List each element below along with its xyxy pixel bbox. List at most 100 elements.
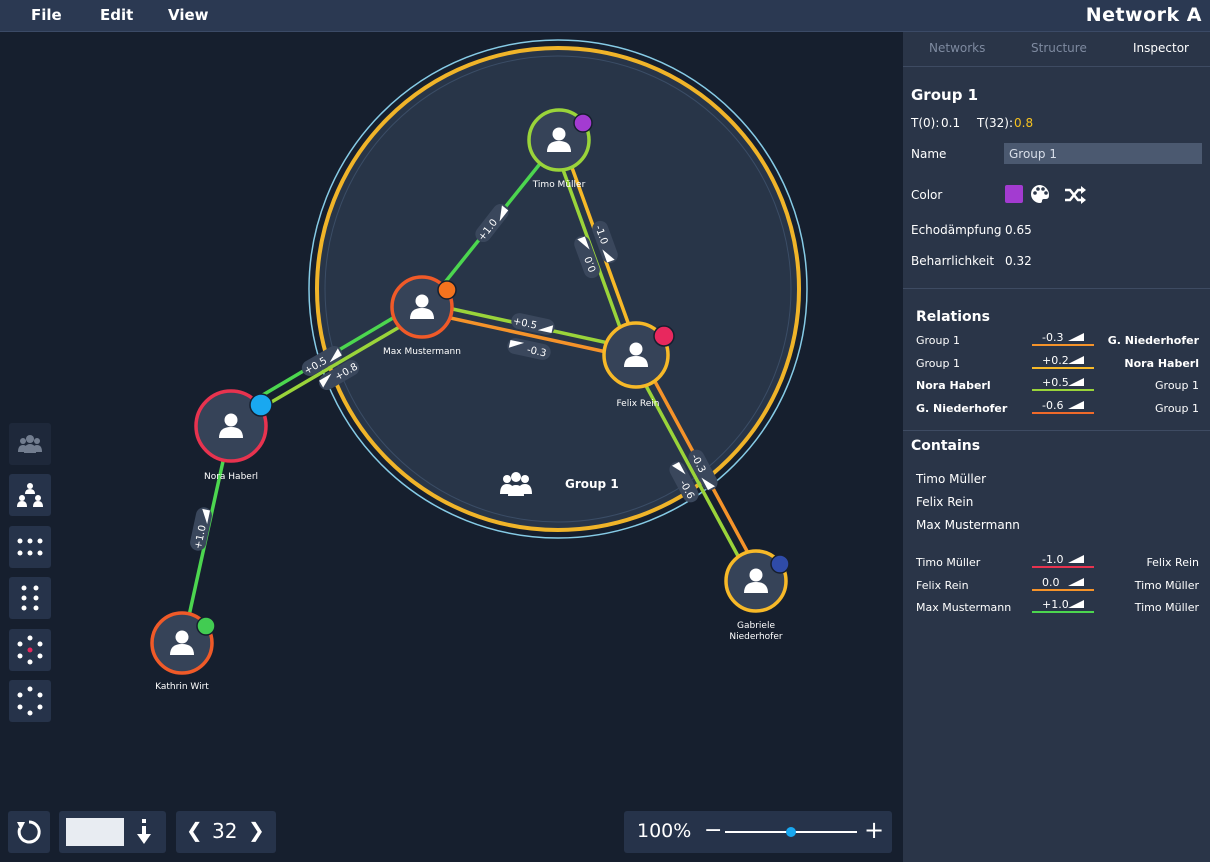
relation-from[interactable]: G. Niederhofer [916, 402, 1007, 415]
relation-from[interactable]: Timo Müller [916, 556, 980, 569]
name-label: Name [911, 147, 947, 161]
relation-to[interactable]: G. Niederhofer [1108, 334, 1199, 347]
group-name-label: Group 1 [565, 477, 619, 491]
contains-heading: Contains [911, 438, 981, 454]
member-item[interactable]: Max Mustermann [916, 518, 1020, 532]
relation-from[interactable]: Max Mustermann [916, 601, 1011, 614]
down-arrow-icon[interactable] [136, 818, 152, 846]
zoom-in-button[interactable]: + [864, 816, 884, 844]
hierarchy-layout-tool[interactable] [9, 474, 51, 516]
column-layout-tool[interactable] [9, 577, 51, 619]
zoom-slider-thumb[interactable] [786, 827, 796, 837]
network-canvas[interactable]: +1.0 -1.0 0.0 +0.5 -0.3 +0.5 +0.8 +1.0 -… [0, 32, 903, 862]
next-frame-icon[interactable]: ❯ [248, 818, 265, 842]
relation-to[interactable]: Timo Müller [1135, 601, 1199, 614]
t32-label: T(32): [977, 116, 1014, 130]
zoom-out-button[interactable]: − [704, 818, 722, 843]
grid-layout-tool[interactable] [9, 526, 51, 568]
echo-value[interactable]: 0.65 [1005, 223, 1032, 237]
relation-from[interactable]: Nora Haberl [916, 379, 991, 392]
radial-center-icon [17, 635, 43, 665]
divider [903, 430, 1210, 431]
menu-file[interactable]: File [31, 6, 62, 24]
node-label-max: Max Mustermann [383, 347, 461, 357]
circle-layout-tool[interactable] [9, 680, 51, 722]
zoom-percent: 100% [637, 820, 692, 842]
t0-value: 0.1 [941, 116, 961, 130]
weight-triangle-icon [1068, 577, 1084, 586]
color-label: Color [911, 188, 943, 202]
menu-edit[interactable]: Edit [100, 6, 133, 24]
relation-line [1032, 611, 1094, 614]
group-layout-tool[interactable] [9, 423, 51, 465]
inspector-heading: Group 1 [911, 86, 979, 104]
frame-stepper: ❮ 32 ❯ [176, 811, 276, 853]
relation-value[interactable]: +0.5 [1042, 376, 1069, 389]
weight-triangle-icon [1068, 355, 1084, 364]
relation-to[interactable]: Group 1 [1155, 402, 1199, 415]
relation-line [1032, 366, 1094, 369]
frame-input[interactable] [66, 818, 124, 846]
relation-value[interactable]: 0.0 [1042, 576, 1060, 589]
relation-to[interactable]: Timo Müller [1135, 579, 1199, 592]
echo-label: Echodämpfung [911, 223, 1002, 237]
node-label-gabriele-last: Niederhofer [729, 632, 782, 642]
relation-value[interactable]: +0.2 [1042, 354, 1069, 367]
relation-line [1032, 344, 1094, 346]
relation-value[interactable]: +1.0 [1042, 598, 1069, 611]
frame-number: 32 [212, 819, 238, 843]
relation-line [1032, 411, 1094, 414]
grid-dots-icon [17, 538, 43, 556]
persist-label: Beharrlichkeit [911, 254, 995, 268]
menu-bar: File Edit View Network A [0, 0, 1210, 32]
relation-to[interactable]: Group 1 [1155, 379, 1199, 392]
group-people-icon [18, 435, 42, 453]
refresh-icon [17, 820, 41, 844]
relation-value[interactable]: -0.6 [1042, 399, 1063, 412]
reset-button[interactable] [8, 811, 50, 853]
relations-heading: Relations [916, 309, 990, 325]
relation-value[interactable]: -0.3 [1042, 331, 1063, 344]
relation-line [1032, 588, 1094, 591]
radial-center-layout-tool[interactable] [9, 629, 51, 671]
tab-inspector[interactable]: Inspector [1133, 41, 1189, 55]
relation-from[interactable]: Group 1 [916, 357, 960, 370]
t32-value: 0.8 [1014, 116, 1034, 130]
tab-structure[interactable]: Structure [1031, 41, 1087, 55]
persist-value[interactable]: 0.32 [1005, 254, 1032, 268]
member-item[interactable]: Timo Müller [916, 472, 986, 486]
color-swatch[interactable] [1005, 185, 1023, 203]
node-label-gabriele-first: Gabriele [737, 621, 775, 631]
palette-icon[interactable] [1029, 183, 1051, 205]
weight-triangle-icon [1068, 600, 1084, 609]
hierarchy-icon [17, 483, 43, 507]
circle-dots-icon [17, 686, 43, 716]
node-kathrin[interactable]: Kathrin Wirt [150, 611, 216, 692]
tab-networks[interactable]: Networks [929, 41, 985, 55]
node-nora[interactable]: Nora Haberl [194, 389, 273, 482]
member-item[interactable]: Felix Rein [916, 495, 973, 509]
relation-line [1032, 566, 1094, 568]
weight-triangle-icon [1068, 400, 1084, 409]
menu-view[interactable]: View [168, 6, 209, 24]
node-label-nora: Nora Haberl [204, 472, 258, 482]
relation-value[interactable]: -1.0 [1042, 553, 1063, 566]
relation-from[interactable]: Felix Rein [916, 579, 969, 592]
column-dots-icon [21, 585, 39, 611]
shuffle-icon[interactable] [1064, 185, 1086, 205]
prev-frame-icon[interactable]: ❮ [186, 818, 203, 842]
frame-input-group [59, 811, 166, 853]
relation-from[interactable]: Group 1 [916, 334, 960, 347]
relation-line [1032, 389, 1094, 392]
relation-to[interactable]: Felix Rein [1146, 556, 1199, 569]
relation-to[interactable]: Nora Haberl [1124, 357, 1199, 370]
node-label-felix: Felix Rein [616, 399, 659, 409]
network-graph[interactable]: +1.0 -1.0 0.0 +0.5 -0.3 +0.5 +0.8 +1.0 -… [0, 32, 903, 862]
network-title: Network A [1085, 4, 1202, 26]
group-name-input[interactable] [1004, 143, 1202, 164]
node-gabriele[interactable]: Gabriele Niederhofer [724, 549, 790, 642]
weight-triangle-icon [1068, 378, 1084, 387]
weight-triangle-icon [1068, 555, 1084, 563]
divider [903, 288, 1210, 289]
weight-triangle-icon [1068, 333, 1084, 341]
